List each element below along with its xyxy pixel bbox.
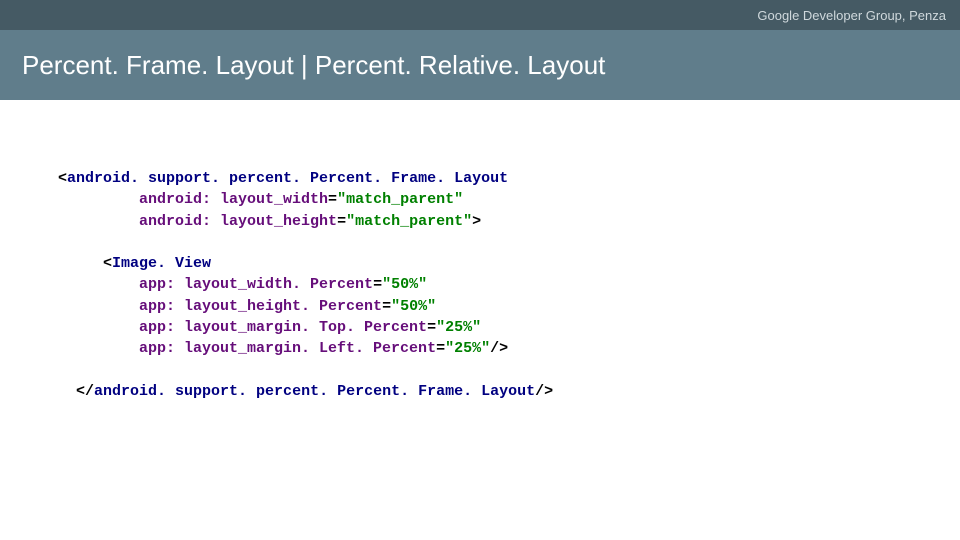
code-token: =	[373, 276, 382, 293]
top-header-bar: Google Developer Group, Penza	[0, 0, 960, 30]
code-token: />	[535, 383, 553, 400]
code-token: <	[103, 255, 112, 272]
code-token: <	[58, 170, 67, 187]
code-attr: android: layout_width	[139, 191, 328, 208]
code-attr: app: layout_height. Percent	[139, 298, 382, 315]
code-token: =	[382, 298, 391, 315]
code-token: =	[328, 191, 337, 208]
code-token: >	[472, 213, 481, 230]
code-token: </	[76, 383, 94, 400]
code-attr-value: "50%"	[382, 276, 427, 293]
code-token: =	[427, 319, 436, 336]
slide-title: Percent. Frame. Layout | Percent. Relati…	[22, 50, 605, 81]
code-attr-value: "match_parent"	[346, 213, 472, 230]
slide-title-bar: Percent. Frame. Layout | Percent. Relati…	[0, 30, 960, 100]
code-attr-value: "25%"	[436, 319, 481, 336]
org-label: Google Developer Group, Penza	[757, 8, 946, 23]
code-tag-open-outer: android. support. percent. Percent. Fram…	[67, 170, 508, 187]
code-attr: app: layout_margin. Top. Percent	[139, 319, 427, 336]
code-attr-value: "match_parent"	[337, 191, 463, 208]
code-attr-value: "25%"	[445, 340, 490, 357]
code-block: <android. support. percent. Percent. Fra…	[58, 168, 920, 402]
code-token: =	[436, 340, 445, 357]
code-attr-value: "50%"	[391, 298, 436, 315]
code-token: =	[337, 213, 346, 230]
code-tag-open-inner: Image. View	[112, 255, 211, 272]
code-tag-close-outer: android. support. percent. Percent. Fram…	[94, 383, 535, 400]
slide-content: <android. support. percent. Percent. Fra…	[0, 100, 960, 402]
code-token: />	[490, 340, 508, 357]
code-attr: app: layout_width. Percent	[139, 276, 373, 293]
code-attr: app: layout_margin. Left. Percent	[139, 340, 436, 357]
code-attr: android: layout_height	[139, 213, 337, 230]
